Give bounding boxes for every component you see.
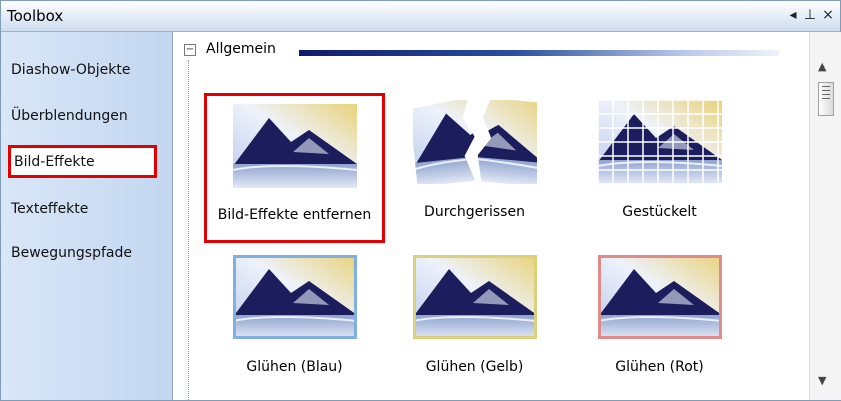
effect-label: Bild-Effekte entfernen (217, 207, 372, 223)
sidebar-item-diashow-objekte[interactable]: Diashow-Objekte (11, 62, 131, 78)
effect-thumbnail (408, 96, 549, 187)
effect-label: Glühen (Rot) (615, 359, 704, 375)
sidebar-item-ueberblendungen[interactable]: Überblendungen (11, 108, 128, 124)
effect-thumbnail (232, 104, 357, 188)
sidebar-item-bewegungspfade[interactable]: Bewegungspfade (11, 245, 132, 261)
effect-tile-bild-effekte-entfernen[interactable]: Bild-Effekte entfernen (204, 93, 385, 243)
effect-label: Gestückelt (622, 204, 697, 220)
effect-tile-durchgerissen[interactable]: Durchgerissen (387, 96, 562, 220)
effect-tile-glühen-gelb[interactable]: Glühen (Gelb) (387, 251, 562, 375)
effect-thumbnail (596, 99, 722, 185)
pin-icon[interactable]: ⊥ (802, 6, 818, 24)
effect-label: Glühen (Blau) (246, 359, 343, 375)
effect-tile-glühen-rot[interactable]: Glühen (Rot) (572, 251, 747, 375)
sidebar-item-texteffekte[interactable]: Texteffekte (11, 201, 88, 217)
collapse-icon[interactable]: − (184, 44, 196, 56)
effect-tile-gestückelt[interactable]: Gestückelt (572, 96, 747, 220)
effect-thumbnail (412, 255, 537, 339)
title-bar: Toolbox ◂ ⊥ × (1, 1, 840, 32)
effect-thumbnail (597, 255, 722, 339)
effect-label: Durchgerissen (424, 204, 525, 220)
close-icon[interactable]: × (820, 6, 836, 24)
effect-thumbnail (232, 255, 357, 339)
window-title: Toolbox (7, 7, 64, 25)
scroll-up-icon[interactable]: ▲ (818, 60, 826, 73)
toolbox-window: Toolbox ◂ ⊥ × Diashow-Objekte Überblendu… (0, 0, 841, 401)
scrollbar-thumb[interactable] (818, 82, 834, 116)
effect-label: Glühen (Gelb) (425, 359, 524, 375)
group-header-bar (299, 50, 779, 56)
effect-tile-glühen-blau[interactable]: Glühen (Blau) (207, 251, 382, 375)
group-label: Allgemein (206, 41, 276, 57)
sidebar-item-bild-effekte[interactable]: Bild-Effekte (8, 145, 157, 178)
window-position-dropdown-icon[interactable]: ◂ (785, 6, 801, 24)
group-header[interactable]: − Allgemein (184, 40, 799, 60)
tree-guide-line (188, 60, 189, 400)
scroll-down-icon[interactable]: ▼ (818, 374, 826, 387)
effects-panel: − Allgemein Bild-Effekte entfernen Durch… (174, 32, 808, 400)
category-sidebar: Diashow-Objekte Überblendungen Bild-Effe… (1, 32, 173, 400)
vertical-scrollbar[interactable]: ▲ ▼ (809, 32, 841, 400)
